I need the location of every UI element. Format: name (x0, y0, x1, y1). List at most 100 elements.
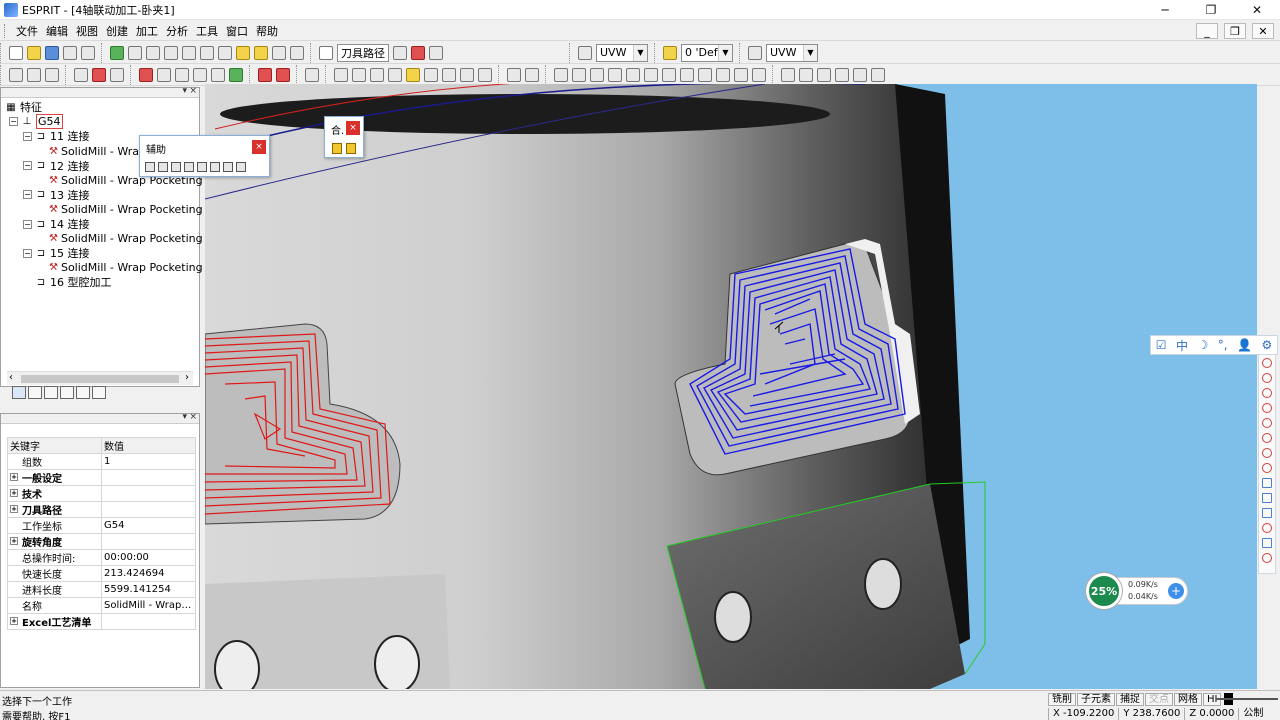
tool-holder-icon[interactable] (110, 67, 124, 82)
mdi-restore-button[interactable]: ❐ (1224, 23, 1246, 39)
solid-extrude-icon[interactable] (370, 67, 384, 82)
collapse-icon[interactable]: − (23, 161, 32, 171)
tree-horizontal-scrollbar[interactable]: ‹ › (7, 371, 193, 385)
stock-icon[interactable] (9, 67, 23, 82)
menu-create[interactable]: 创建 (102, 23, 132, 39)
tree-row-operation[interactable]: − ⊐ 13 连接 (1, 188, 199, 203)
column-header-value[interactable]: 数值 (101, 437, 196, 454)
auxiliary-floating-toolbar[interactable]: 辅助 × (139, 135, 270, 177)
line-style-indicator[interactable] (1216, 698, 1278, 700)
chamfer-tool-icon[interactable] (1262, 492, 1272, 503)
simulate-icon[interactable] (139, 67, 153, 82)
surface-c-icon[interactable] (817, 67, 831, 82)
aux-tool-icon[interactable] (171, 162, 181, 172)
array-icon[interactable] (644, 67, 658, 82)
rotate-icon[interactable] (200, 45, 214, 60)
aux-tool-icon[interactable] (236, 162, 246, 172)
zoom-out-icon[interactable] (146, 45, 160, 60)
print-icon[interactable] (63, 45, 77, 60)
layer-combo[interactable]: 0 'Defau ▼ (681, 43, 733, 62)
menu-window[interactable]: 窗口 (222, 23, 252, 39)
undo-icon[interactable] (393, 45, 407, 60)
close-icon[interactable]: × (346, 121, 360, 135)
new-file-icon[interactable] (9, 45, 23, 60)
green-settings-icon[interactable] (229, 67, 243, 82)
toggle-subelements[interactable]: 子元素 (1077, 693, 1115, 706)
surface-f-icon[interactable] (871, 67, 885, 82)
tree-row-toolpath[interactable]: ⚒ SolidMill - Wrap Pocketing (1, 202, 203, 217)
arc-tool-icon[interactable] (1262, 387, 1272, 398)
fixture-icon[interactable] (27, 67, 41, 82)
zoom-in-icon[interactable] (128, 45, 142, 60)
property-row[interactable]: + Excel工艺清单 (7, 613, 196, 630)
stop-icon[interactable] (429, 45, 443, 60)
chevron-down-icon[interactable]: ▼ (718, 44, 732, 61)
toggle-milling[interactable]: 铣削 (1048, 693, 1076, 706)
menu-file[interactable]: 文件 (12, 23, 42, 39)
property-row[interactable]: + 刀具路径 (7, 501, 196, 518)
close-icon[interactable]: × (189, 412, 197, 422)
aux-tool-icon[interactable] (210, 162, 220, 172)
property-row[interactable]: 总操作时间: 00:00:00 (7, 549, 196, 566)
scroll-thumb[interactable] (21, 375, 179, 383)
post-icon[interactable] (175, 67, 189, 82)
pin-icon[interactable]: ▾ (182, 412, 187, 422)
surface-e-icon[interactable] (853, 67, 867, 82)
property-value[interactable] (101, 613, 196, 630)
operation-icon[interactable] (157, 67, 171, 82)
solid-boolean-icon[interactable] (424, 67, 438, 82)
property-value[interactable] (101, 533, 196, 550)
arc-tool-icon[interactable] (1262, 432, 1272, 443)
arc-tool-icon[interactable] (1262, 447, 1272, 458)
line-tool-icon[interactable] (1262, 372, 1272, 383)
tab-tools[interactable] (44, 386, 58, 399)
translate-icon[interactable] (572, 67, 586, 82)
tab-features[interactable] (12, 386, 26, 399)
property-row[interactable]: 进料长度 5599.141254 (7, 581, 196, 598)
property-row[interactable]: 名称 SolidMill - Wrap ... (7, 597, 196, 614)
property-value[interactable]: 1 (101, 453, 196, 470)
property-value[interactable]: 00:00:00 (101, 549, 196, 566)
mirror-icon[interactable] (608, 67, 622, 82)
wireframe-icon[interactable] (272, 45, 286, 60)
property-row[interactable]: + 旋转角度 (7, 533, 196, 550)
toggle-grid[interactable]: 网格 (1174, 693, 1202, 706)
tool-manager-icon[interactable] (74, 67, 88, 82)
column-header-key[interactable]: 关键字 (7, 437, 102, 454)
zoom-window-icon[interactable] (164, 45, 178, 60)
solid-fillet-icon[interactable] (460, 67, 474, 82)
copy-icon[interactable] (81, 45, 95, 60)
shaded-icon[interactable] (236, 45, 250, 60)
merge-floating-toolbar[interactable]: 合. × (324, 116, 364, 158)
menu-tools[interactable]: 工具 (192, 23, 222, 39)
property-row[interactable]: 快速长度 213.424694 (7, 565, 196, 582)
tree-row-toolpath[interactable]: ⚒ SolidMill - Wrap Pocketing (1, 231, 203, 246)
plus-icon[interactable]: + (1168, 583, 1184, 599)
pan-icon[interactable] (218, 45, 232, 60)
property-row[interactable]: + 一般设定 (7, 469, 196, 486)
mdi-minimize-button[interactable]: _ (1196, 23, 1218, 39)
join-icon[interactable] (734, 67, 748, 82)
toolpath-filter-combo[interactable]: 刀具路径 (337, 43, 389, 62)
ime-floating-bar[interactable]: ☑ 中 ☽ °, 👤 ⚙ (1150, 335, 1278, 355)
solid-yellow-icon[interactable] (406, 67, 420, 82)
surface-b-icon[interactable] (799, 67, 813, 82)
circle-tool-icon[interactable] (1262, 552, 1272, 563)
view-plane-combo[interactable]: UVW ▼ (766, 43, 818, 62)
property-row[interactable]: 组数 1 (7, 453, 196, 470)
save-icon[interactable] (45, 45, 59, 60)
rectangle-tool-icon[interactable] (1262, 537, 1272, 548)
property-value[interactable]: SolidMill - Wrap ... (101, 597, 196, 614)
close-button[interactable]: ✕ (1234, 0, 1280, 20)
delete-icon[interactable] (411, 45, 425, 60)
rotate-copy-icon[interactable] (590, 67, 604, 82)
close-icon[interactable]: × (189, 86, 197, 96)
toggle-intersection[interactable]: 交点 (1145, 693, 1173, 706)
expand-icon[interactable]: + (10, 489, 18, 497)
maximize-button[interactable]: ❐ (1188, 0, 1234, 20)
extend-icon[interactable] (698, 67, 712, 82)
minimize-button[interactable]: ─ (1142, 0, 1188, 20)
redraw-icon[interactable] (110, 45, 124, 60)
menu-view[interactable]: 视图 (72, 23, 102, 39)
tree-row-g54[interactable]: − ⊥ G54 (1, 114, 199, 130)
